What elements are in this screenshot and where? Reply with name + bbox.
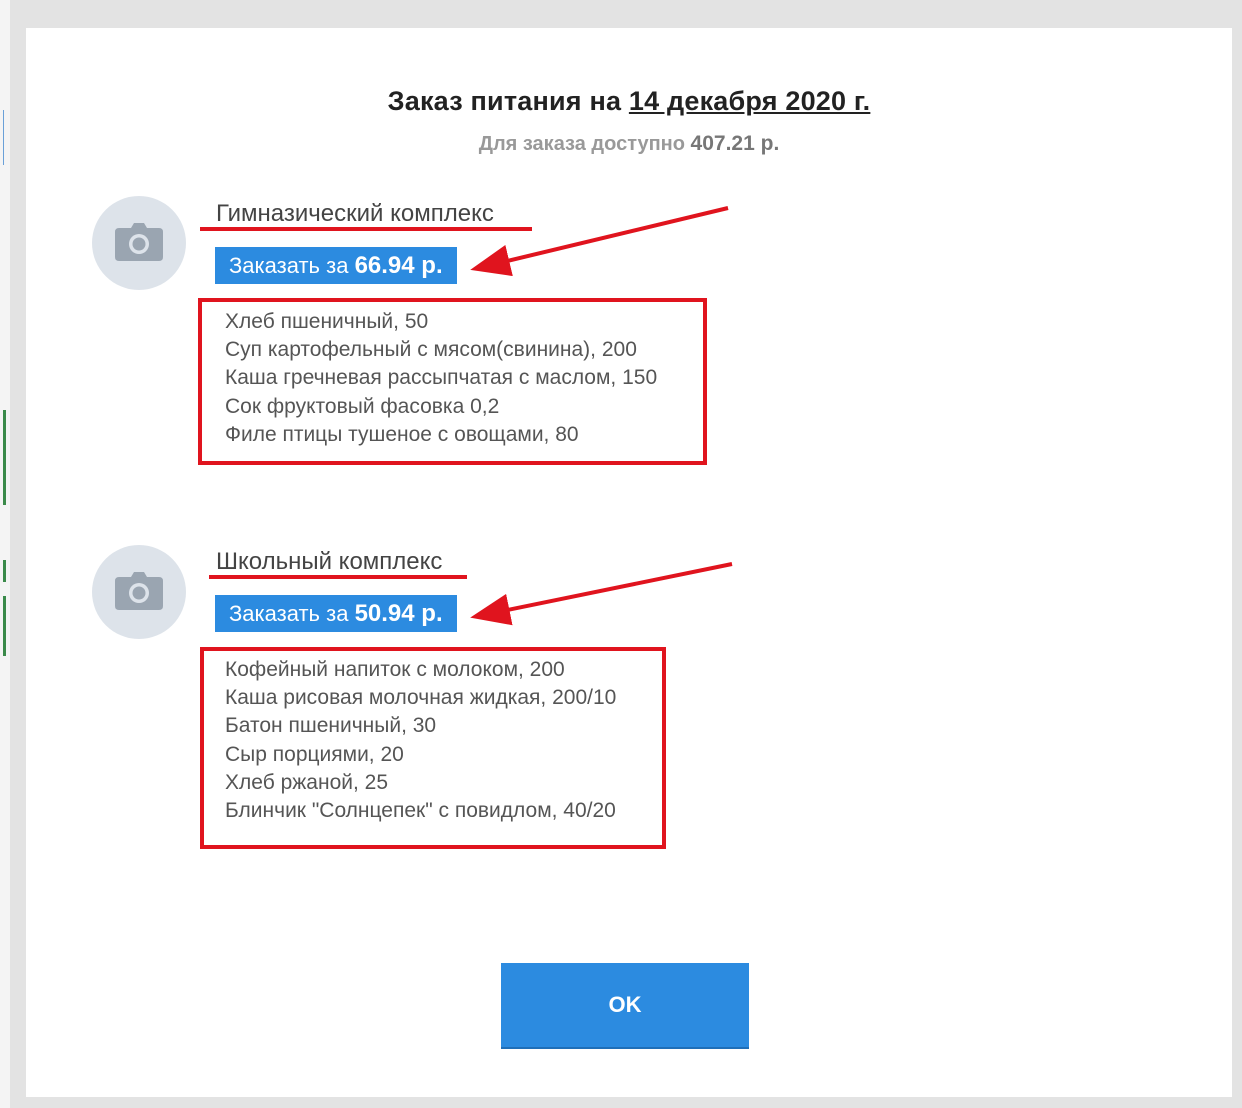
annotation-arrow — [470, 562, 733, 626]
annotation-arrow — [470, 206, 729, 277]
annotation-overlay — [198, 206, 733, 849]
annotation-box — [198, 298, 707, 465]
annotation-box — [200, 647, 666, 849]
